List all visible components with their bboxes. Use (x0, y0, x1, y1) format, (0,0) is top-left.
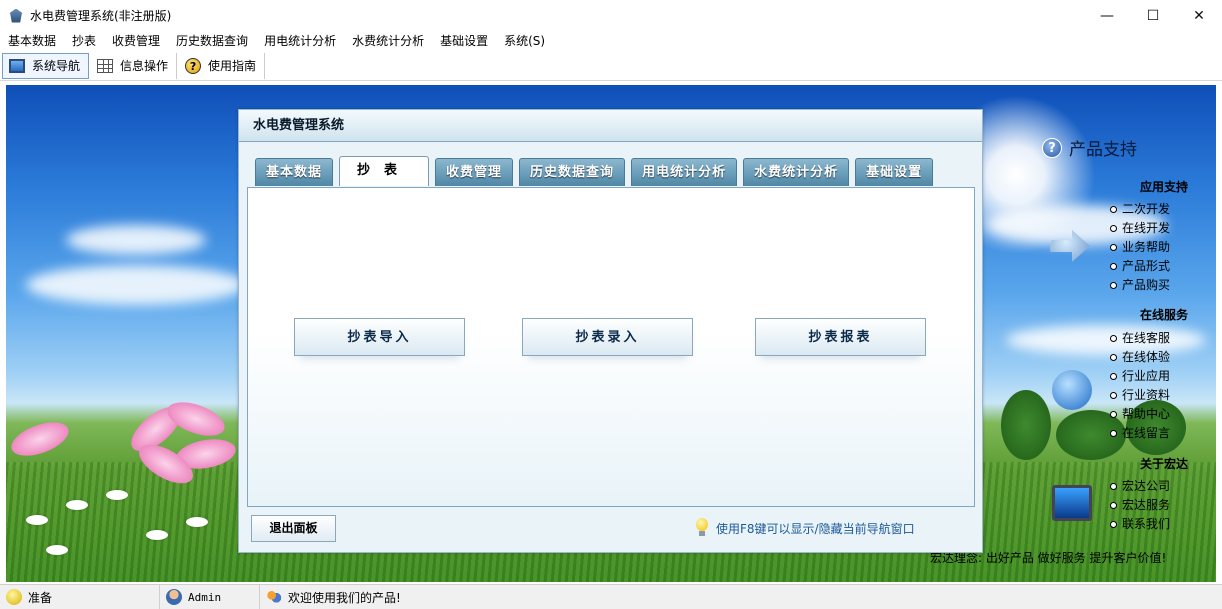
online-service-list: 在线客服 在线体验 行业应用 行业资料 帮助中心 在线留言 (1110, 329, 1170, 443)
section-heading-app-support: 应用支持 (1140, 178, 1188, 195)
section-heading-online-service: 在线服务 (1140, 306, 1188, 323)
menu-meter-reading[interactable]: 抄表 (64, 31, 104, 51)
link-business-help[interactable]: 业务帮助 (1110, 238, 1170, 257)
monitor-icon (9, 59, 25, 73)
status-bar: 准备 Admin 欢迎使用我们的产品! (0, 584, 1222, 609)
lightbulb-icon (694, 518, 710, 538)
link-secondary-dev[interactable]: 二次开发 (1110, 200, 1170, 219)
link-online-dev[interactable]: 在线开发 (1110, 219, 1170, 238)
menu-water-stats[interactable]: 水费统计分析 (344, 31, 432, 51)
tab-content: 抄表导入 抄表录入 抄表报表 (247, 187, 975, 507)
status-welcome: 欢迎使用我们的产品! (260, 585, 560, 609)
user-guide-button[interactable]: ? 使用指南 (179, 53, 265, 79)
section-heading-about: 关于宏达 (1140, 455, 1188, 472)
status-welcome-text: 欢迎使用我们的产品! (288, 589, 401, 606)
info-ops-label: 信息操作 (120, 57, 168, 74)
status-ready: 准备 (0, 585, 160, 609)
link-company[interactable]: 宏达公司 (1110, 477, 1170, 496)
close-button[interactable]: ✕ (1176, 0, 1222, 31)
cosmos-flower (126, 405, 256, 495)
users-icon (266, 589, 282, 605)
question-icon: ? (1042, 138, 1062, 158)
link-help-center[interactable]: 帮助中心 (1110, 405, 1170, 424)
panel-title: 水电费管理系统 (239, 110, 982, 142)
status-user-text: Admin (188, 591, 221, 604)
meter-entry-button[interactable]: 抄表录入 (522, 318, 693, 356)
f8-hint-text: 使用F8键可以显示/隐藏当前导航窗口 (716, 520, 915, 537)
link-online-trial[interactable]: 在线体验 (1110, 348, 1170, 367)
daisy (66, 500, 88, 510)
tab-water-stats[interactable]: 水费统计分析 (743, 158, 849, 186)
menu-bar: 基本数据 抄表 收费管理 历史数据查询 用电统计分析 水费统计分析 基础设置 系… (0, 31, 1222, 51)
window-controls: — ☐ ✕ (1084, 0, 1222, 31)
menu-system[interactable]: 系统(S) (496, 31, 553, 51)
system-nav-label: 系统导航 (32, 57, 80, 74)
f8-hint: 使用F8键可以显示/隐藏当前导航窗口 (694, 518, 915, 538)
toolbar: 系统导航 信息操作 ? 使用指南 (0, 51, 1222, 81)
system-nav-button[interactable]: 系统导航 (2, 53, 89, 79)
daisy (106, 490, 128, 500)
meter-report-button[interactable]: 抄表报表 (755, 318, 926, 356)
user-guide-label: 使用指南 (208, 57, 256, 74)
cloud (66, 225, 206, 255)
help-icon: ? (185, 58, 201, 74)
tab-settings[interactable]: 基础设置 (855, 158, 933, 186)
menu-settings[interactable]: 基础设置 (432, 31, 496, 51)
minimize-button[interactable]: — (1084, 0, 1130, 31)
tab-history-query[interactable]: 历史数据查询 (519, 158, 625, 186)
status-user: Admin (160, 585, 260, 609)
link-industry-docs[interactable]: 行业资料 (1110, 386, 1170, 405)
cosmos-flower (7, 416, 73, 463)
menu-electricity-stats[interactable]: 用电统计分析 (256, 31, 344, 51)
status-ready-text: 准备 (28, 589, 52, 606)
daisy (186, 517, 208, 527)
cloud (1006, 325, 1206, 355)
info-ops-button[interactable]: 信息操作 (91, 53, 177, 79)
globe-icon (1052, 370, 1092, 410)
product-support-title: ? 产品支持 (1070, 135, 1137, 160)
daisy (26, 515, 48, 525)
app-icon (8, 8, 24, 24)
tab-strip: 基本数据 抄表 收费管理 历史数据查询 用电统计分析 水费统计分析 基础设置 (255, 158, 939, 186)
tree (1001, 390, 1051, 460)
menu-basic-data[interactable]: 基本数据 (0, 31, 64, 51)
daisy (146, 530, 168, 540)
link-online-support[interactable]: 在线客服 (1110, 329, 1170, 348)
tab-electricity-stats[interactable]: 用电统计分析 (631, 158, 737, 186)
link-industry-apps[interactable]: 行业应用 (1110, 367, 1170, 386)
tab-basic-data[interactable]: 基本数据 (255, 158, 333, 186)
link-purchase[interactable]: 产品购买 (1110, 276, 1170, 295)
exit-panel-button[interactable]: 退出面板 (251, 515, 336, 542)
link-product-form[interactable]: 产品形式 (1110, 257, 1170, 276)
menu-history-query[interactable]: 历史数据查询 (168, 31, 256, 51)
cloud (26, 265, 246, 305)
monitor-icon (1052, 485, 1092, 521)
link-services[interactable]: 宏达服务 (1110, 496, 1170, 515)
link-leave-message[interactable]: 在线留言 (1110, 424, 1170, 443)
window-title: 水电费管理系统(非注册版) (30, 7, 171, 24)
link-contact[interactable]: 联系我们 (1110, 515, 1170, 534)
title-bar: 水电费管理系统(非注册版) — ☐ ✕ (0, 0, 1222, 31)
tab-meter-reading[interactable]: 抄表 (339, 156, 429, 186)
maximize-button[interactable]: ☐ (1130, 0, 1176, 31)
grid-icon (97, 59, 113, 73)
menu-billing[interactable]: 收费管理 (104, 31, 168, 51)
lightbulb-icon (6, 589, 22, 605)
daisy (46, 545, 68, 555)
tab-billing[interactable]: 收费管理 (435, 158, 513, 186)
app-support-list: 二次开发 在线开发 业务帮助 产品形式 产品购买 (1110, 200, 1170, 295)
user-icon (166, 589, 182, 605)
about-list: 宏达公司 宏达服务 联系我们 (1110, 477, 1170, 534)
meter-import-button[interactable]: 抄表导入 (294, 318, 465, 356)
navigation-panel: 水电费管理系统 基本数据 抄表 收费管理 历史数据查询 用电统计分析 水费统计分… (238, 109, 983, 553)
